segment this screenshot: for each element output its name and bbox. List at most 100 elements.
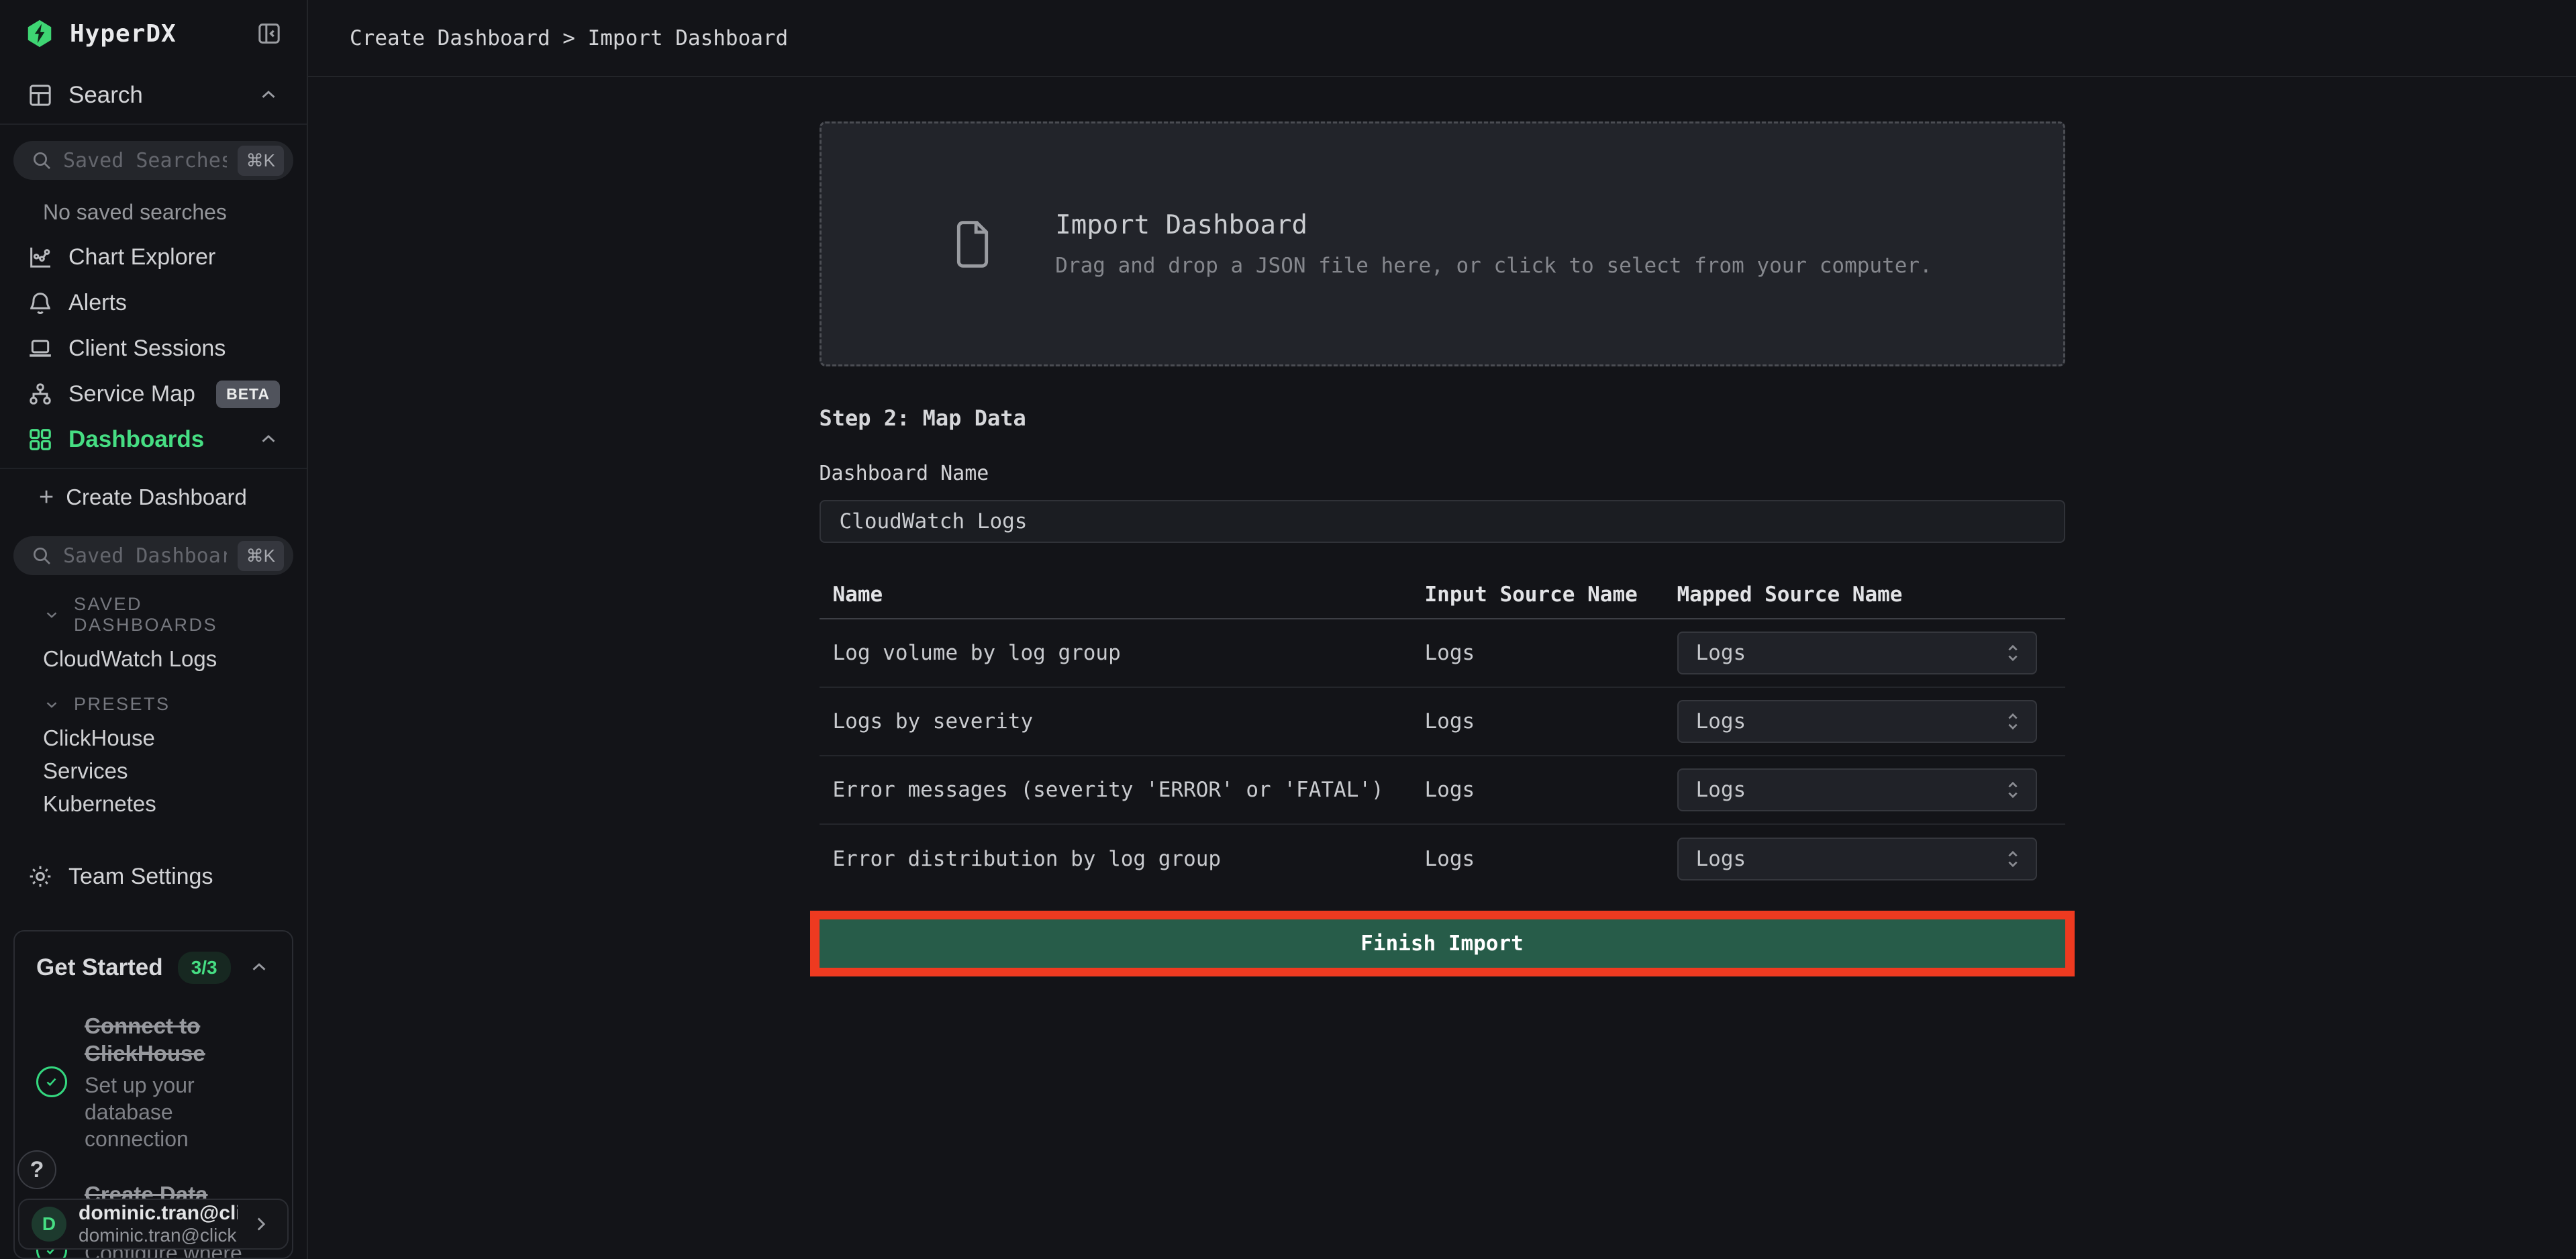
shortcut-badge: ⌘K	[238, 541, 284, 571]
topbar: Create Dashboard > Import Dashboard	[308, 0, 2576, 77]
selected-value: Logs	[1696, 778, 1746, 802]
selected-value: Logs	[1696, 709, 1746, 734]
plus-icon: +	[39, 485, 54, 510]
divider	[0, 468, 307, 469]
bell-icon	[27, 289, 54, 316]
sidebar-item-clickhouse[interactable]: ClickHouse	[0, 721, 307, 754]
step-title: Step 2: Map Data	[820, 405, 2065, 431]
main-area: Create Dashboard > Import Dashboard Impo…	[308, 0, 2576, 1259]
mapped-source-select[interactable]: Logs	[1677, 632, 2037, 674]
import-dropzone[interactable]: Import Dashboard Drag and drop a JSON fi…	[820, 121, 2065, 366]
chevron-up-icon	[257, 428, 280, 451]
sidebar-item-team-settings[interactable]: Team Settings	[0, 854, 307, 899]
selected-value: Logs	[1696, 641, 1746, 665]
mapped-source-select[interactable]: Logs	[1677, 838, 2037, 880]
sidebar-item-chart-explorer[interactable]: Chart Explorer	[0, 234, 307, 280]
user-menu[interactable]: D dominic.tran@clic... dominic.tran@clic…	[18, 1199, 289, 1250]
saved-dashboards-input[interactable]	[63, 544, 227, 568]
saved-dashboards-search[interactable]: ⌘K	[13, 536, 293, 575]
group-label: PRESETS	[74, 694, 170, 715]
mapped-source-select[interactable]: Logs	[1677, 700, 2037, 743]
gear-icon	[27, 863, 54, 890]
chart-explorer-icon	[27, 244, 54, 270]
preset-link-label: Services	[43, 758, 128, 784]
finish-import-button[interactable]: Finish Import	[820, 919, 2065, 968]
mapped-source-select[interactable]: Logs	[1677, 768, 2037, 811]
chevron-right-icon	[250, 1213, 273, 1236]
annotation-highlight: Finish Import	[810, 911, 2075, 976]
chart-name-cell: Log volume by log group	[820, 641, 1425, 665]
sidebar-item-label: Client Sessions	[68, 336, 226, 362]
sidebar-item-alerts[interactable]: Alerts	[0, 280, 307, 325]
get-started-header[interactable]: Get Started 3/3	[36, 952, 270, 984]
saved-searches-search[interactable]: ⌘K	[13, 141, 293, 180]
preset-link-label: ClickHouse	[43, 725, 155, 751]
help-button[interactable]: ?	[17, 1150, 56, 1189]
table-row: Logs by severity Logs Logs	[820, 688, 2065, 756]
checklist-item-connect[interactable]: Connect to ClickHouse Set up your databa…	[36, 1012, 270, 1152]
table-row: Log volume by log group Logs Logs	[820, 619, 2065, 688]
no-saved-searches-text: No saved searches	[0, 180, 307, 234]
input-source-cell: Logs	[1425, 847, 1677, 871]
chevron-down-icon	[43, 696, 60, 713]
presets-group-header[interactable]: PRESETS	[0, 675, 307, 721]
sidebar-item-label: Search	[68, 82, 143, 109]
sidebar-item-dashboards[interactable]: Dashboards	[0, 417, 307, 468]
collapse-sidebar-icon[interactable]	[256, 20, 283, 47]
breadcrumb: Create Dashboard > Import Dashboard	[350, 26, 788, 50]
sidebar-item-services[interactable]: Services	[0, 754, 307, 787]
sidebar-item-client-sessions[interactable]: Client Sessions	[0, 325, 307, 371]
search-icon	[31, 150, 52, 171]
select-chevrons-icon	[2003, 778, 2022, 801]
avatar: D	[32, 1207, 66, 1242]
select-chevrons-icon	[2003, 710, 2022, 733]
sidebar-item-label: Team Settings	[68, 864, 213, 890]
chart-name-cell: Error distribution by log group	[820, 847, 1425, 871]
progress-badge: 3/3	[178, 952, 231, 984]
sidebar-item-search[interactable]: Search	[0, 67, 307, 123]
content: Import Dashboard Drag and drop a JSON fi…	[308, 77, 2576, 1259]
table-row: Error distribution by log group Logs Log…	[820, 825, 2065, 893]
divider	[0, 123, 307, 125]
dashboard-name-input[interactable]	[820, 500, 2065, 543]
sidebar-item-label: Alerts	[68, 290, 127, 316]
saved-searches-input[interactable]	[63, 149, 227, 172]
search-icon	[31, 545, 52, 566]
selected-value: Logs	[1696, 847, 1746, 871]
saved-dashboards-group-header[interactable]: SAVED DASHBOARDS	[0, 575, 307, 642]
preset-link-label: Kubernetes	[43, 791, 156, 817]
checklist-title: Connect to ClickHouse	[85, 1012, 270, 1068]
sidebar-item-label: Chart Explorer	[68, 244, 215, 270]
laptop-icon	[27, 335, 54, 362]
sidebar-item-service-map[interactable]: Service Map BETA	[0, 371, 307, 417]
dropzone-subtitle: Drag and drop a JSON file here, or click…	[1055, 254, 1932, 278]
sidebar-item-label: Dashboards	[68, 426, 204, 453]
search-board-icon	[27, 82, 54, 109]
sidebar-item-cloudwatch-logs[interactable]: CloudWatch Logs	[0, 642, 307, 675]
column-header-name: Name	[820, 583, 1425, 607]
dashboards-grid-icon	[27, 426, 54, 453]
group-label: SAVED DASHBOARDS	[74, 594, 280, 636]
sidebar-item-label: Service Map	[68, 381, 195, 407]
chevron-up-icon	[257, 84, 280, 107]
column-header-mapped-source: Mapped Source Name	[1677, 583, 2065, 607]
table-row: Error messages (severity 'ERROR' or 'FAT…	[820, 756, 2065, 825]
get-started-title: Get Started	[36, 954, 163, 981]
checklist-desc: Set up your database connection	[85, 1072, 270, 1152]
table-header-row: Name Input Source Name Mapped Source Nam…	[820, 571, 2065, 619]
hyperdx-logo-icon	[24, 18, 55, 49]
select-chevrons-icon	[2003, 642, 2022, 664]
dropzone-title: Import Dashboard	[1055, 210, 1932, 240]
dashboard-name-label: Dashboard Name	[820, 462, 2065, 485]
chevron-down-icon	[43, 606, 60, 623]
sidebar-item-kubernetes[interactable]: Kubernetes	[0, 787, 307, 820]
dashboard-link-label: CloudWatch Logs	[43, 646, 217, 672]
create-dashboard-button[interactable]: + Create Dashboard	[0, 474, 307, 520]
input-source-cell: Logs	[1425, 641, 1677, 665]
beta-badge: BETA	[216, 381, 280, 408]
app: HyperDX Search ⌘K No saved searches	[0, 0, 2576, 1259]
shortcut-badge: ⌘K	[238, 146, 284, 176]
check-circle-icon	[36, 1066, 67, 1097]
user-email: dominic.tran@clickh...	[79, 1225, 238, 1246]
service-map-icon	[27, 381, 54, 407]
